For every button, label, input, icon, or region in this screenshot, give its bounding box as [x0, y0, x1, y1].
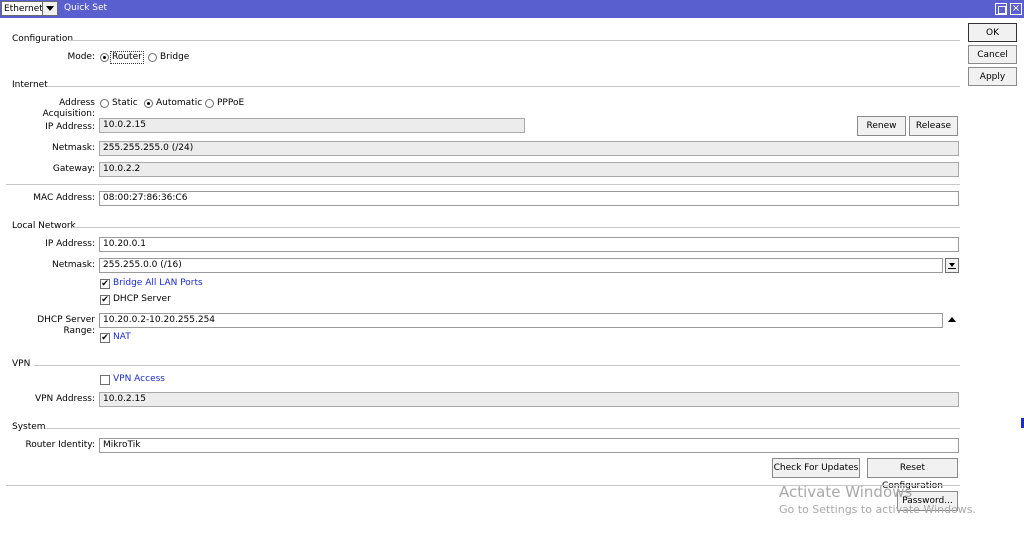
- dhcp-server-checkbox[interactable]: ✔: [100, 295, 110, 305]
- bridge-all-lan-label[interactable]: Bridge All LAN Ports: [113, 278, 203, 289]
- interface-mode-select[interactable]: Ethernet: [1, 1, 58, 16]
- nat-label[interactable]: NAT: [113, 332, 131, 343]
- vpn-address-field[interactable]: 10.0.2.15: [99, 392, 959, 407]
- apply-button[interactable]: Apply: [968, 67, 1017, 86]
- lan-netmask-field[interactable]: 255.255.0.0 (/16): [99, 258, 943, 273]
- collapse-up-icon[interactable]: [948, 317, 956, 322]
- wan-ip-label: IP Address:: [45, 122, 95, 132]
- reset-configuration-button[interactable]: Reset Configuration: [867, 458, 958, 491]
- group-local-network: Local Network: [12, 221, 76, 231]
- group-configuration: Configuration: [12, 34, 74, 44]
- radio-acq-static-label[interactable]: Static: [112, 98, 138, 109]
- netmask-dropdown-icon[interactable]: [945, 258, 959, 273]
- cancel-button[interactable]: Cancel: [968, 45, 1017, 64]
- window-title: Quick Set: [64, 3, 108, 13]
- radio-mode-bridge[interactable]: [148, 53, 157, 62]
- group-internet: Internet: [12, 80, 48, 90]
- mac-address-label: MAC Address:: [33, 193, 95, 203]
- mode-label: Mode:: [67, 52, 95, 62]
- wan-netmask-field[interactable]: 255.255.255.0 (/24): [99, 141, 959, 156]
- dhcp-range-field[interactable]: 10.20.0.2-10.20.255.254: [99, 313, 943, 328]
- dhcp-server-label[interactable]: DHCP Server: [113, 294, 171, 305]
- divider: [45, 428, 960, 429]
- group-vpn: VPN: [12, 359, 31, 369]
- nat-checkbox[interactable]: ✔: [100, 333, 110, 343]
- lan-ip-label: IP Address:: [45, 239, 95, 249]
- mac-address-field[interactable]: 08:00:27:86:36:C6: [99, 191, 959, 206]
- activate-windows-hint: Go to Settings to activate Windows.: [779, 503, 977, 516]
- radio-mode-bridge-label[interactable]: Bridge: [160, 52, 189, 63]
- interface-mode-value: Ethernet: [4, 4, 43, 14]
- radio-acq-automatic[interactable]: [144, 99, 153, 108]
- router-identity-field[interactable]: MikroTik: [99, 438, 959, 453]
- window-titlebar: Ethernet Quick Set ×: [0, 0, 1024, 18]
- dhcp-range-label: DHCP Server Range:: [37, 315, 95, 336]
- radio-acq-automatic-label[interactable]: Automatic: [156, 98, 202, 109]
- lan-netmask-label: Netmask:: [51, 260, 95, 270]
- vpn-access-label[interactable]: VPN Access: [113, 374, 165, 385]
- router-identity-label: Router Identity:: [25, 440, 95, 450]
- ok-button[interactable]: OK: [968, 23, 1017, 42]
- radio-acq-pppoe-label[interactable]: PPPoE: [217, 98, 244, 109]
- bridge-all-lan-checkbox[interactable]: ✔: [100, 279, 110, 289]
- release-button[interactable]: Release: [909, 116, 958, 136]
- divider: [6, 184, 960, 185]
- wan-netmask-label: Netmask:: [51, 143, 95, 153]
- restore-icon[interactable]: [995, 3, 1007, 15]
- address-acquisition-label: Address Acquisition:: [42, 98, 95, 119]
- gateway-field[interactable]: 10.0.2.2: [99, 162, 959, 177]
- divider: [68, 40, 960, 41]
- vpn-address-label: VPN Address:: [34, 394, 95, 404]
- group-system: System: [12, 422, 46, 432]
- radio-acq-pppoe[interactable]: [205, 99, 214, 108]
- radio-mode-router-label[interactable]: Router: [110, 51, 144, 64]
- radio-acq-static[interactable]: [100, 99, 109, 108]
- vpn-access-checkbox[interactable]: [100, 375, 110, 385]
- divider: [73, 227, 960, 228]
- chevron-down-icon[interactable]: [42, 2, 57, 15]
- divider: [34, 365, 960, 366]
- check-for-updates-button[interactable]: Check For Updates: [772, 458, 860, 478]
- lan-ip-field[interactable]: 10.20.0.1: [99, 237, 959, 252]
- renew-button[interactable]: Renew: [857, 116, 906, 136]
- divider: [47, 86, 960, 87]
- activate-windows-watermark: Activate Windows: [779, 483, 913, 501]
- wan-ip-field[interactable]: 10.0.2.15: [99, 118, 525, 133]
- radio-mode-router[interactable]: [100, 53, 109, 62]
- close-icon[interactable]: ×: [1010, 3, 1022, 15]
- gateway-label: Gateway:: [52, 164, 95, 174]
